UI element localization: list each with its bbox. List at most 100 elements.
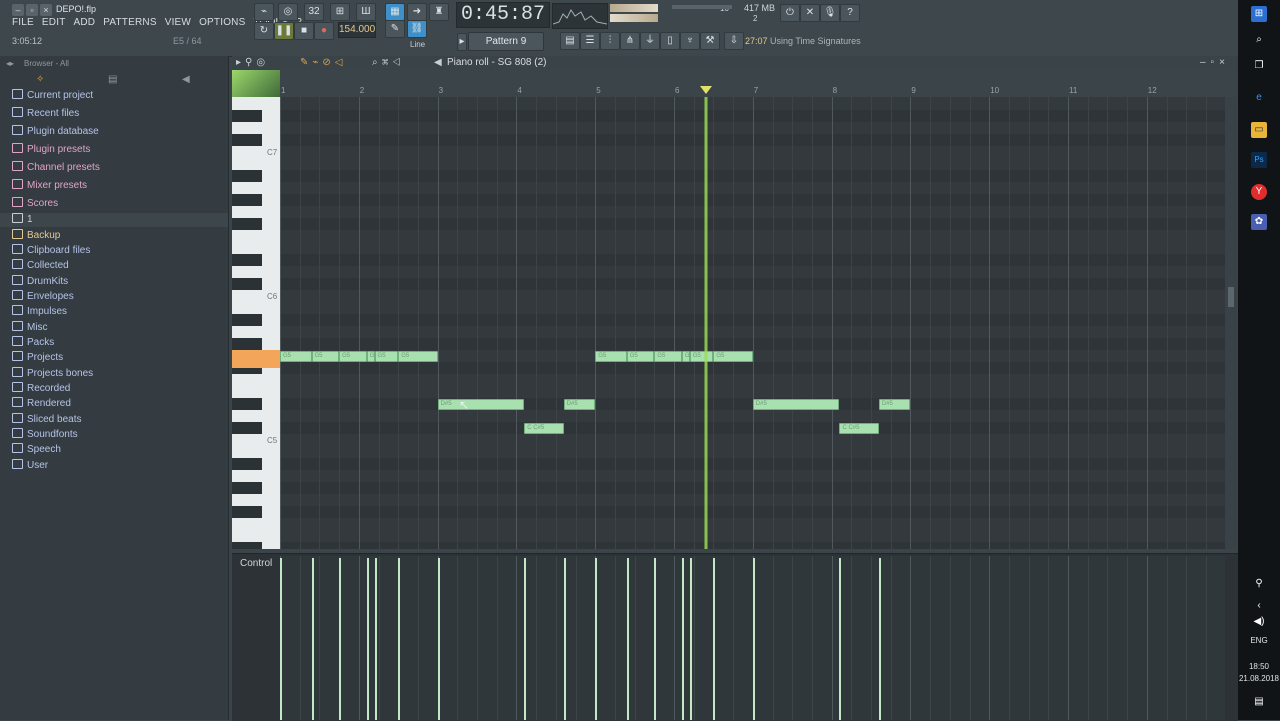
browser-star-icon[interactable]: ✧ bbox=[36, 74, 44, 85]
browser-item-impulses[interactable]: Impulses bbox=[12, 305, 67, 319]
velocity-bar[interactable] bbox=[839, 558, 842, 720]
note-11[interactable]: G5 bbox=[654, 351, 682, 362]
black-key[interactable] bbox=[232, 194, 262, 206]
metronome-icon[interactable]: ◎ bbox=[278, 3, 298, 21]
vertical-scrollbar[interactable] bbox=[1225, 97, 1237, 549]
piano-roll-tools-icon[interactable]: ▸⚲◎ bbox=[236, 57, 269, 68]
black-key[interactable] bbox=[232, 134, 262, 146]
tempo-display[interactable]: 154.000 bbox=[338, 22, 376, 38]
velocity-bar[interactable] bbox=[524, 558, 527, 720]
black-key[interactable] bbox=[232, 218, 262, 230]
people-icon[interactable]: ⚲ bbox=[1251, 576, 1267, 592]
note-9[interactable]: G5 bbox=[595, 351, 627, 362]
mixer-icon[interactable]: ⫶ bbox=[600, 32, 620, 50]
tree-icon[interactable]: ⋔ bbox=[620, 32, 640, 50]
restore-icon[interactable]: ▫ bbox=[26, 4, 38, 16]
browser-item-projects[interactable]: Projects bbox=[12, 351, 63, 365]
velocity-bar[interactable] bbox=[374, 558, 377, 720]
menu-item-view[interactable]: VIEW bbox=[165, 17, 191, 31]
browser-item-plugin-database[interactable]: Plugin database bbox=[12, 125, 99, 139]
playhead-marker-icon[interactable] bbox=[699, 86, 712, 94]
task-view-icon[interactable]: ❐ bbox=[1251, 58, 1267, 74]
black-key[interactable] bbox=[232, 254, 262, 266]
black-key[interactable] bbox=[232, 338, 262, 350]
velocity-bar[interactable] bbox=[689, 558, 692, 720]
microphone-icon[interactable]: 🎙 bbox=[820, 4, 840, 22]
note-3[interactable]: G5 bbox=[366, 351, 375, 362]
pen-tool-icon[interactable]: ✎ bbox=[385, 20, 405, 38]
tools-icon[interactable]: ✕ bbox=[800, 4, 820, 22]
zoom-icon[interactable]: ⌕⌘◁ bbox=[372, 57, 405, 68]
velocity-lane[interactable] bbox=[280, 556, 1225, 720]
black-key[interactable] bbox=[232, 506, 262, 518]
browser-doc-icon[interactable]: ▤ bbox=[108, 74, 117, 85]
edge-icon[interactable]: e bbox=[1251, 90, 1267, 106]
menu-item-options[interactable]: OPTIONS bbox=[199, 17, 245, 31]
master-volume-slider[interactable] bbox=[610, 4, 658, 12]
yandex-icon[interactable]: Y bbox=[1251, 184, 1267, 200]
browser-speaker-icon[interactable]: ◀ bbox=[182, 74, 190, 85]
note-10[interactable]: G5 bbox=[626, 351, 655, 362]
step-icon[interactable]: ⊞ bbox=[330, 3, 350, 21]
velocity-bar[interactable] bbox=[280, 558, 282, 720]
channel-rack-icon[interactable]: ☰ bbox=[580, 32, 600, 50]
wrench-icon[interactable]: ⚒ bbox=[700, 32, 720, 50]
note-0[interactable]: G5 bbox=[280, 351, 312, 362]
record-button[interactable]: ● bbox=[314, 22, 334, 40]
black-key[interactable] bbox=[232, 542, 262, 549]
note-13[interactable]: G5 bbox=[689, 351, 714, 362]
note-17[interactable]: D#5 bbox=[878, 399, 911, 410]
note-12[interactable]: G5 bbox=[681, 351, 690, 362]
language-indicator[interactable]: ENG bbox=[1238, 636, 1280, 645]
velocity-bar[interactable] bbox=[654, 558, 657, 720]
menu-item-patterns[interactable]: PATTERNS bbox=[103, 17, 156, 31]
browser-item-sliced-beats[interactable]: Sliced beats bbox=[12, 413, 81, 427]
browser-item-speech[interactable]: Speech bbox=[12, 443, 61, 457]
plugin-icon[interactable]: ⏚ bbox=[640, 32, 660, 50]
browser-item-current-project[interactable]: Current project bbox=[12, 89, 93, 103]
stop-button[interactable]: ■ bbox=[294, 22, 314, 40]
pattern-selector[interactable]: Pattern 9 bbox=[468, 32, 544, 51]
browser-item-projects-bones[interactable]: Projects bones bbox=[12, 367, 93, 381]
fl-studio-icon[interactable]: ✿ bbox=[1251, 214, 1267, 230]
pencil-icon[interactable]: ✎⌁⊘◁ bbox=[300, 57, 346, 68]
velocity-bar[interactable] bbox=[713, 558, 716, 720]
note-7[interactable]: C C#5 bbox=[524, 423, 564, 434]
minimize-icon[interactable]: – bbox=[12, 4, 24, 16]
menu-item-file[interactable]: FILE bbox=[12, 17, 34, 31]
black-key[interactable] bbox=[232, 170, 262, 182]
speaker-icon[interactable]: ◀ bbox=[434, 57, 442, 68]
close-icon[interactable]: × bbox=[40, 4, 52, 16]
browser-item-soundfonts[interactable]: Soundfonts bbox=[12, 428, 78, 442]
browser-item-misc[interactable]: Misc bbox=[12, 321, 48, 335]
note-1[interactable]: G5 bbox=[311, 351, 340, 362]
piano-roll-icon[interactable]: ▦ bbox=[385, 3, 405, 21]
menu-item-add[interactable]: ADD bbox=[74, 17, 96, 31]
menu-item-edit[interactable]: EDIT bbox=[42, 17, 66, 31]
black-key[interactable] bbox=[232, 398, 262, 410]
piano-keyboard[interactable] bbox=[232, 97, 280, 549]
black-key[interactable] bbox=[232, 422, 262, 434]
pattern-arrow-icon[interactable]: ▸ bbox=[457, 33, 467, 51]
black-key[interactable] bbox=[232, 314, 262, 326]
browser-item-rendered[interactable]: Rendered bbox=[12, 397, 71, 411]
volume-icon[interactable]: ◀) bbox=[1251, 614, 1267, 630]
browser-item-plugin-presets[interactable]: Plugin presets bbox=[12, 143, 90, 157]
search-icon[interactable]: ⌕ bbox=[1251, 32, 1267, 48]
browser-item-clipboard-files[interactable]: Clipboard files bbox=[12, 244, 90, 258]
note-4[interactable]: G5 bbox=[374, 351, 399, 362]
tray-chevron-icon[interactable]: ‹ bbox=[1251, 598, 1267, 614]
playlist-icon[interactable]: ▤ bbox=[560, 32, 580, 50]
browser-item-envelopes[interactable]: Envelopes bbox=[12, 290, 74, 304]
count-icon[interactable]: 32 bbox=[304, 3, 324, 21]
velocity-bar[interactable] bbox=[398, 558, 401, 720]
download-icon[interactable]: ⇩ bbox=[724, 32, 744, 50]
windows-start-icon[interactable]: ⊞ bbox=[1251, 6, 1267, 22]
browser-item-scores[interactable]: Scores bbox=[12, 197, 58, 211]
velocity-bar[interactable] bbox=[311, 558, 314, 720]
note-6[interactable]: D#5 bbox=[437, 399, 525, 410]
black-key[interactable] bbox=[232, 482, 262, 494]
scroll-thumb[interactable] bbox=[1228, 287, 1234, 307]
transport-mode-icon[interactable]: ⌁ bbox=[254, 3, 274, 21]
play-pattern-icon[interactable]: ➜ bbox=[407, 3, 427, 21]
